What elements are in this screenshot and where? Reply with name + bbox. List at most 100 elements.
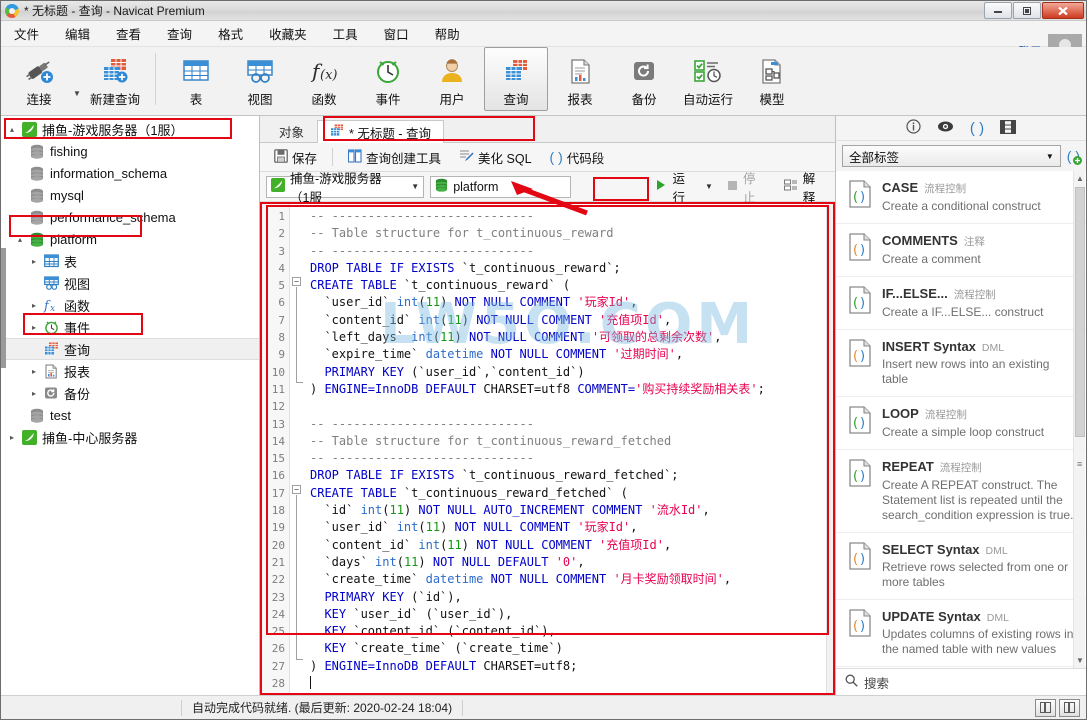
code-line[interactable]: DROP TABLE IF EXISTS `t_continuous_rewar… <box>304 467 835 484</box>
code-line[interactable] <box>304 675 835 692</box>
toolbar-button-user[interactable]: 用户 <box>420 47 484 111</box>
twisty-icon[interactable]: ▸ <box>27 389 41 398</box>
close-button[interactable] <box>1042 2 1084 19</box>
sidebar-item-db-performance-schema[interactable]: performance_schema <box>1 206 259 228</box>
sidebar-item-db-test[interactable]: test <box>1 404 259 426</box>
snippet-item[interactable]: () REPEAT 流程控制 Create A REPEAT construct. T… <box>836 450 1086 533</box>
toolbar-button-backup[interactable]: 备份 <box>612 47 676 111</box>
code-line[interactable]: `content_id` int(11) NOT NULL COMMENT '充… <box>304 312 835 329</box>
snippet-item[interactable]: () CASE 流程控制 Create a conditional construct <box>836 171 1086 224</box>
code-snippet-button[interactable]: ( ) 代码段 <box>542 144 613 171</box>
code-line[interactable]: DROP TABLE IF EXISTS `t_continuous_rewar… <box>304 260 835 277</box>
code-line[interactable]: `create_time` datetime NOT NULL COMMENT … <box>304 571 835 588</box>
snippet-list[interactable]: () CASE 流程控制 Create a conditional construct… <box>836 171 1086 668</box>
menu-item-window[interactable]: 窗口 <box>371 21 422 46</box>
toggle-left-pane-button[interactable] <box>1035 698 1056 717</box>
snippet-item[interactable]: () COMMENTS 注释 Create a comment <box>836 224 1086 277</box>
sidebar-item-functions[interactable]: ▸ fx 函数 <box>1 294 259 316</box>
sql-code-area[interactable]: -- ---------------------------- -- Table … <box>304 202 835 695</box>
sidebar-item-queries[interactable]: 查询 <box>1 338 259 360</box>
menu-item-help[interactable]: 帮助 <box>422 21 473 46</box>
menu-item-edit[interactable]: 编辑 <box>52 21 103 46</box>
code-line[interactable]: PRIMARY KEY (`user_id`,`content_id`) <box>304 364 835 381</box>
code-line[interactable]: `id` int(11) NOT NULL AUTO_INCREMENT COM… <box>304 502 835 519</box>
code-line[interactable]: `content_id` int(11) NOT NULL COMMENT '充… <box>304 537 835 554</box>
maximize-button[interactable] <box>1013 2 1041 19</box>
sql-editor[interactable]: 1 2 3 4 5 6 7 8 9 10 11 12 13 14 15 16 17 18 19 20 21 22 23 24 2… <box>260 202 835 695</box>
toolbar-button-new-query[interactable]: 新建查询 <box>83 47 147 111</box>
tab-query-untitled[interactable]: * 无标题 - 查询 <box>317 120 444 143</box>
sidebar-item-events[interactable]: ▸ 事件 <box>1 316 259 338</box>
sidebar-item-db-fishing[interactable]: fishing <box>1 140 259 162</box>
chevron-down-icon[interactable]: ▼ <box>1046 152 1054 161</box>
twisty-icon[interactable]: ▸ <box>27 323 41 332</box>
sidebar-item-db-mysql[interactable]: mysql <box>1 184 259 206</box>
code-line[interactable]: `left_days` int(11) NOT NULL COMMENT '可领… <box>304 329 835 346</box>
code-line[interactable]: `expire_time` datetime NOT NULL COMMENT … <box>304 346 835 363</box>
sidebar-item-reports[interactable]: ▸ 报表 <box>1 360 259 382</box>
snippet-search[interactable]: 搜索 <box>836 668 1086 695</box>
code-line[interactable]: -- ---------------------------- <box>304 208 835 225</box>
code-line[interactable]: -- ---------------------------- <box>304 416 835 433</box>
info-icon[interactable] <box>906 119 921 137</box>
beautify-sql-button[interactable]: 美化 SQL <box>451 144 540 171</box>
snippets-scrollbar[interactable]: ▲ ≡ ▼ <box>1073 171 1085 668</box>
sidebar-item-connection-game-server[interactable]: ▴ 捕鱼-游戏服务器（1服） <box>1 118 259 140</box>
snippet-icon[interactable]: ( ) <box>970 121 984 136</box>
snippet-item[interactable]: () SELECT Syntax DML Retrieve rows selected… <box>836 533 1086 600</box>
query-builder-button[interactable]: 查询创建工具 <box>340 144 449 171</box>
minimize-button[interactable] <box>984 2 1012 19</box>
toolbar-button-report[interactable]: 报表 <box>548 47 612 111</box>
toolbar-button-event[interactable]: 事件 <box>356 47 420 111</box>
snippet-item[interactable]: () LOOP 流程控制 Create a simple loop construct <box>836 397 1086 450</box>
code-line[interactable]: ) ENGINE=InnoDB DEFAULT CHARSET=utf8; <box>304 658 835 675</box>
scrollbar-thumb[interactable] <box>1075 187 1085 437</box>
eye-icon[interactable] <box>937 119 954 137</box>
sidebar-item-backups[interactable]: ▸ 备份 <box>1 382 259 404</box>
sidebar-item-db-information-schema[interactable]: information_schema <box>1 162 259 184</box>
table-grid-icon[interactable] <box>1000 119 1017 137</box>
code-line[interactable]: CREATE TABLE `t_continuous_reward` ( <box>304 277 835 294</box>
menu-item-view[interactable]: 查看 <box>103 21 154 46</box>
snippet-item[interactable]: () INSERT Syntax DML Insert new rows into a… <box>836 330 1086 397</box>
connection-select[interactable]: 捕鱼-游戏服务器（1服 ▼ <box>266 172 425 205</box>
twisty-icon[interactable]: ▸ <box>27 257 41 266</box>
database-select[interactable]: platform <box>430 175 572 198</box>
fold-toggle-line17[interactable]: − <box>292 485 301 494</box>
snippet-item[interactable]: ()WHILE流程控制 <box>836 667 1086 668</box>
sidebar-item-connection-center-server[interactable]: ▸ 捕鱼-中心服务器 <box>1 426 259 448</box>
toggle-right-pane-button[interactable] <box>1059 698 1080 717</box>
twisty-icon[interactable]: ▸ <box>27 301 41 310</box>
toolbar-button-table[interactable]: 表 <box>164 47 228 111</box>
code-line[interactable]: -- Table structure for t_continuous_rewa… <box>304 433 835 450</box>
toolbar-button-connection[interactable]: 连接 <box>7 47 71 111</box>
code-line[interactable]: -- ---------------------------- <box>304 243 835 260</box>
sidebar-item-tables[interactable]: ▸ 表 <box>1 250 259 272</box>
scroll-down-arrow-icon[interactable]: ▼ <box>1076 656 1084 665</box>
snippet-item[interactable]: () IF...ELSE... 流程控制 Create a IF...ELSE... … <box>836 277 1086 330</box>
scroll-up-arrow-icon[interactable]: ▲ <box>1076 174 1084 183</box>
fold-toggle-line5[interactable]: − <box>292 277 301 286</box>
code-line[interactable]: `user_id` int(11) NOT NULL COMMENT '玩家Id… <box>304 519 835 536</box>
twisty-icon[interactable]: ▴ <box>13 235 27 244</box>
twisty-icon[interactable]: ▴ <box>5 125 19 134</box>
menu-item-favorites[interactable]: 收藏夹 <box>256 21 320 46</box>
menu-item-format[interactable]: 格式 <box>205 21 256 46</box>
code-line[interactable] <box>304 398 835 415</box>
toolbar-button-automation[interactable]: 自动运行 <box>676 47 740 111</box>
code-line[interactable]: -- ---------------------------- <box>304 450 835 467</box>
tab-objects[interactable]: 对象 <box>266 119 317 142</box>
menu-item-tools[interactable]: 工具 <box>320 21 371 46</box>
code-line[interactable]: KEY `user_id` (`user_id`), <box>304 606 835 623</box>
run-dropdown-caret-icon[interactable]: ▼ <box>705 182 713 191</box>
code-line[interactable]: PRIMARY KEY (`id`), <box>304 589 835 606</box>
code-line[interactable]: `days` int(11) NOT NULL DEFAULT '0', <box>304 554 835 571</box>
toolbar-button-view[interactable]: 视图 <box>228 47 292 111</box>
code-line[interactable]: KEY `content_id` (`content_id`), <box>304 623 835 640</box>
fold-column[interactable]: − − <box>290 202 304 695</box>
toolbar-button-model[interactable]: 模型 <box>740 47 804 111</box>
connection-dropdown-caret-icon[interactable]: ▼ <box>71 89 83 98</box>
sidebar-scrollbar[interactable] <box>1 248 6 368</box>
chevron-down-icon[interactable]: ▼ <box>405 182 419 191</box>
code-line[interactable]: -- Table structure for t_continuous_rewa… <box>304 225 835 242</box>
